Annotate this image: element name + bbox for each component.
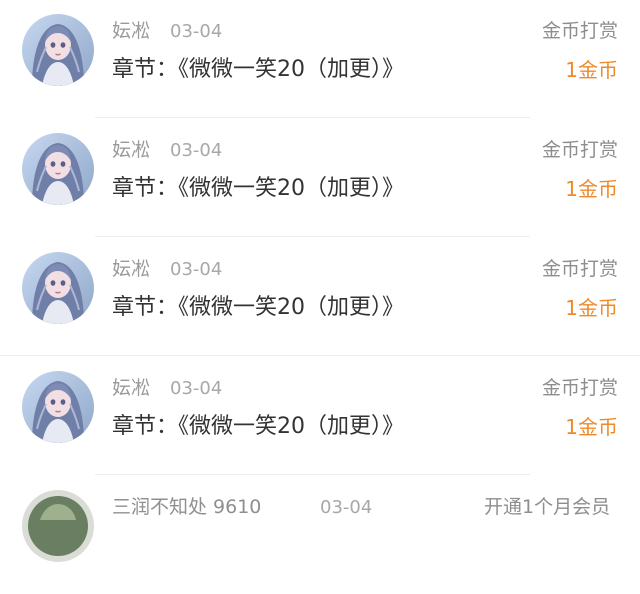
chapter-title[interactable]: 章节：《微微一笑20（加更）》 <box>112 411 404 443</box>
username[interactable]: 三润不知处 9610 <box>112 494 261 520</box>
divider <box>0 355 640 356</box>
user-avatar-icon[interactable] <box>22 14 94 86</box>
reward-amount: 1金币 <box>565 58 618 82</box>
reward-type-label: 开通1个月会员 <box>484 496 611 518</box>
chapter-title[interactable]: 章节：《微微一笑20（加更）》 <box>112 173 404 205</box>
record-date: 03-04 <box>170 140 223 161</box>
record-date: 03-04 <box>170 259 223 280</box>
divider <box>95 474 530 475</box>
record-date: 03-04 <box>170 21 223 42</box>
record-date: 03-04 <box>170 378 223 399</box>
record-date: 03-04 <box>320 497 373 518</box>
user-avatar-icon[interactable] <box>22 133 94 205</box>
reward-amount: 1金币 <box>565 177 618 201</box>
reward-amount: 1金币 <box>565 415 618 439</box>
chapter-title[interactable]: 章节：《微微一笑20（加更）》 <box>112 292 404 324</box>
reward-type-label: 金币打赏 <box>541 258 618 280</box>
reward-type-label: 金币打赏 <box>541 20 618 42</box>
list-item[interactable]: 妘凇 03-04 章节：《微微一笑20（加更）》 金币打赏 1金币 <box>0 357 640 475</box>
list-item[interactable]: 妘凇 03-04 章节：《微微一笑20（加更）》 金币打赏 1金币 <box>0 0 640 118</box>
green-avatar-icon[interactable] <box>22 490 94 562</box>
divider <box>95 236 530 237</box>
user-avatar-icon[interactable] <box>22 252 94 324</box>
divider <box>95 117 530 118</box>
list-item[interactable]: 妘凇 03-04 章节：《微微一笑20（加更）》 金币打赏 1金币 <box>0 238 640 356</box>
username[interactable]: 妘凇 <box>112 256 150 282</box>
reward-type-label: 金币打赏 <box>541 139 618 161</box>
username[interactable]: 妘凇 <box>112 375 150 401</box>
reward-type-label: 金币打赏 <box>541 377 618 399</box>
reward-amount: 1金币 <box>565 296 618 320</box>
chapter-title[interactable]: 章节：《微微一笑20（加更）》 <box>112 54 404 86</box>
user-avatar-icon[interactable] <box>22 371 94 443</box>
username[interactable]: 妘凇 <box>112 137 150 163</box>
list-item[interactable]: 妘凇 03-04 章节：《微微一笑20（加更）》 金币打赏 1金币 <box>0 119 640 237</box>
list-item[interactable]: 三润不知处 9610 03-04 开通1个月会员 <box>0 476 640 594</box>
username[interactable]: 妘凇 <box>112 18 150 44</box>
